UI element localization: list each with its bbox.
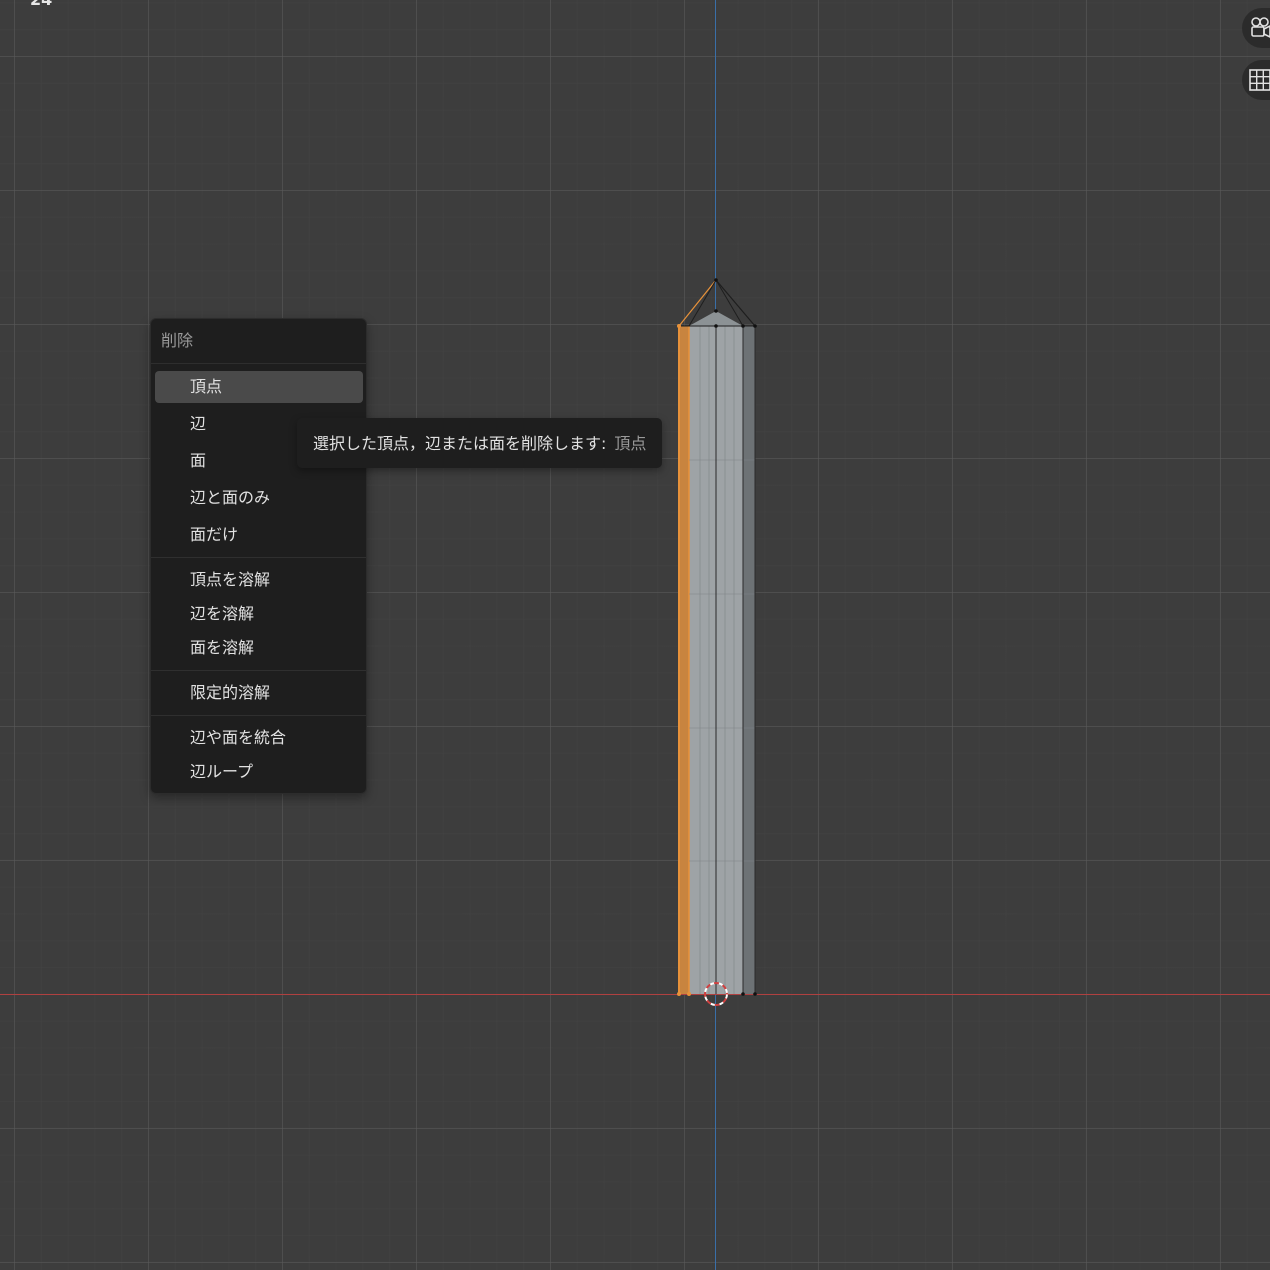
menu-separator <box>151 557 366 558</box>
menu-item-dissolve-edges[interactable]: 辺を溶解 <box>155 598 363 630</box>
menu-item-dissolve-faces[interactable]: 面を溶解 <box>155 632 363 664</box>
menu-separator <box>151 715 366 716</box>
menu-item-limited-dissolve[interactable]: 限定的溶解 <box>155 677 363 709</box>
mesh-cap-face <box>689 311 743 326</box>
menu-item-vertices[interactable]: 頂点 <box>155 371 363 403</box>
mesh-face-right <box>743 326 755 994</box>
menu-separator <box>151 670 366 671</box>
3d-viewport[interactable]: 24 <box>0 0 1270 1270</box>
delete-menu[interactable]: 削除 頂点 辺 面 辺と面のみ 面だけ 頂点を溶解 辺を溶解 面を溶解 限定的溶… <box>150 318 367 794</box>
tooltip-hint: 頂点 <box>614 434 647 453</box>
menu-item-edge-loops[interactable]: 辺ループ <box>155 756 363 788</box>
grid-icon <box>1249 69 1270 91</box>
selected-vertex-bottom <box>677 992 681 996</box>
menu-item-collapse[interactable]: 辺や面を統合 <box>155 722 363 754</box>
selected-vertex-bottom-inner <box>687 992 691 996</box>
menu-item-faces-only[interactable]: 面だけ <box>155 519 363 551</box>
camera-icon <box>1251 17 1270 38</box>
tooltip-text: 選択した頂点，辺または面を削除します: <box>313 434 607 453</box>
menu-item-edges-faces-only[interactable]: 辺と面のみ <box>155 482 363 514</box>
selected-vertex <box>677 324 681 328</box>
menu-item-dissolve-vertices[interactable]: 頂点を溶解 <box>155 564 363 596</box>
menu-title: 削除 <box>151 319 366 364</box>
tooltip: 選択した頂点，辺または面を削除します: 頂点 <box>297 418 663 468</box>
